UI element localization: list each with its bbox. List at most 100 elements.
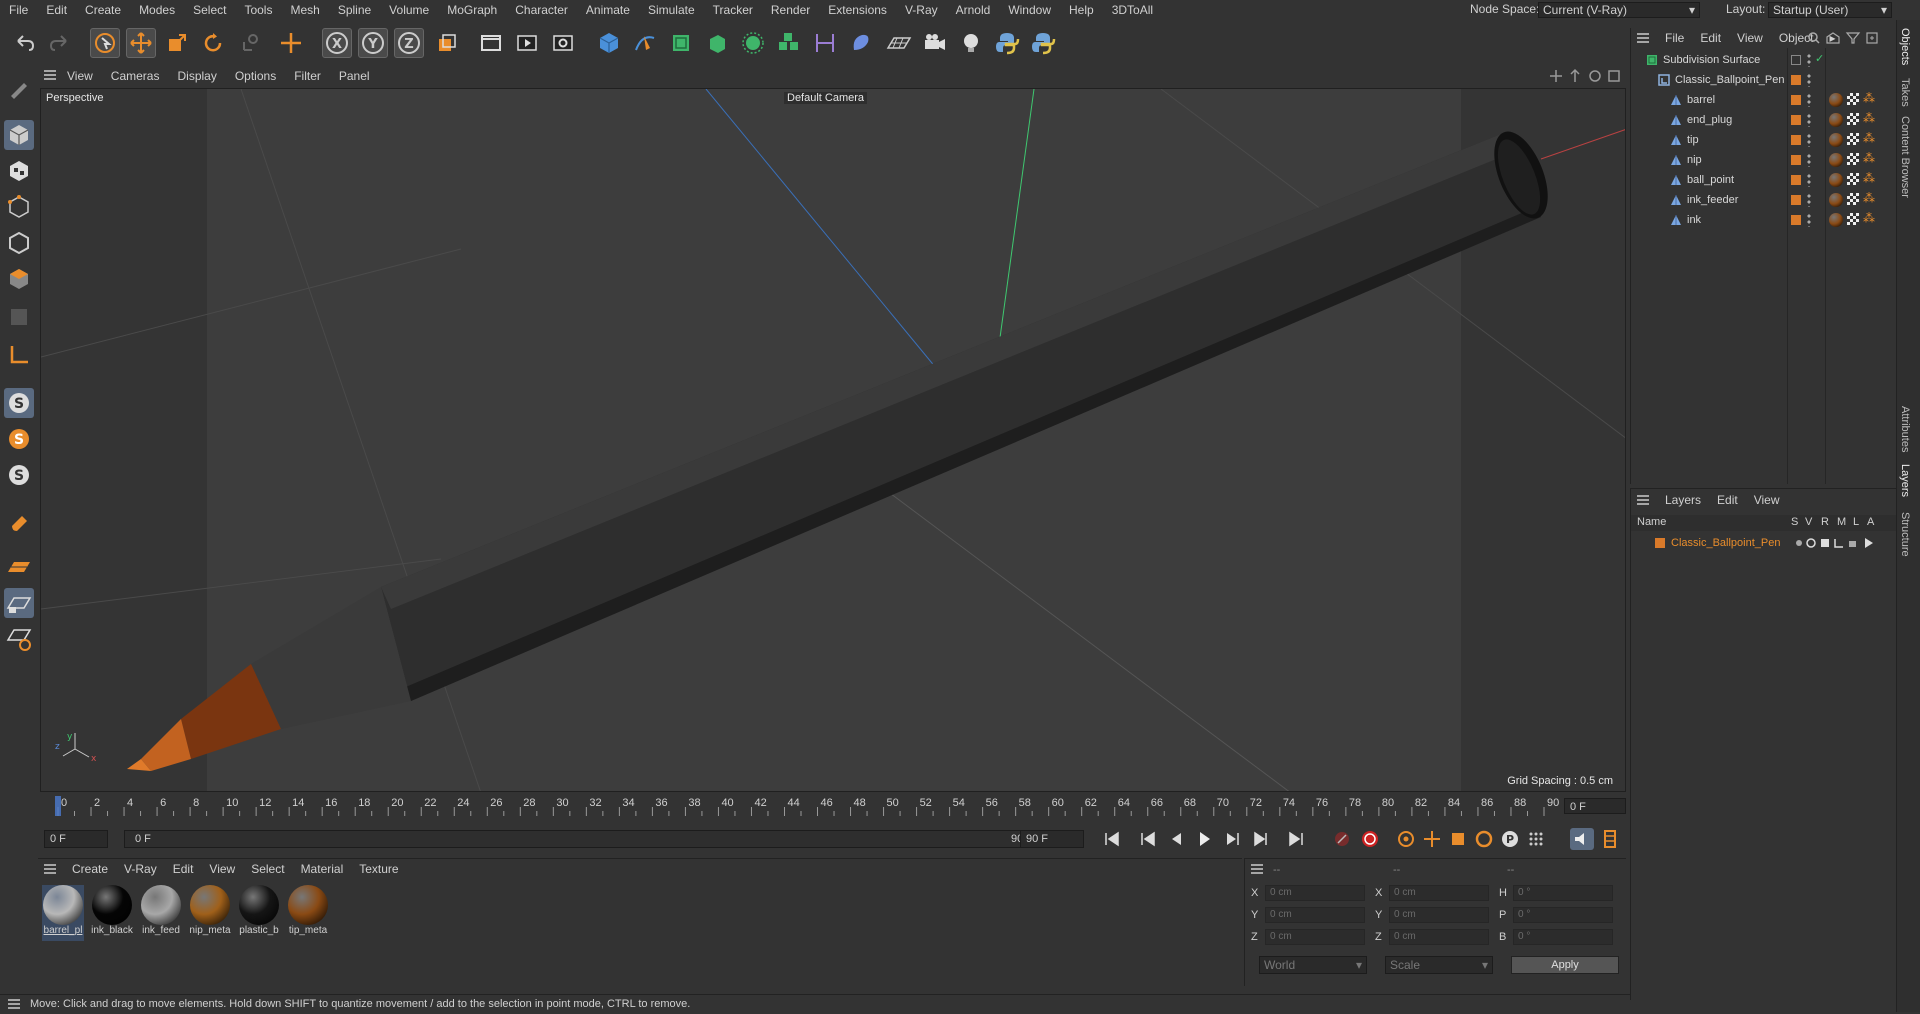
axis-mode-icon[interactable]: [4, 340, 34, 370]
go-to-end-icon[interactable]: [1284, 828, 1308, 850]
side-tab-objects[interactable]: Objects: [1899, 28, 1911, 65]
go-to-start-icon[interactable]: [1100, 828, 1124, 850]
object-row-barrel[interactable]: barrel ⁂: [1631, 90, 1897, 110]
layer-hamburger-icon[interactable]: [1635, 493, 1651, 510]
material-menu-create[interactable]: Create: [64, 862, 116, 876]
object-hamburger-icon[interactable]: [1635, 31, 1651, 48]
workplane-snap-icon[interactable]: S: [4, 460, 34, 490]
object-row-ball-point[interactable]: ball_point ⁂: [1631, 170, 1897, 190]
material-menu-view[interactable]: View: [201, 862, 243, 876]
autokey-icon[interactable]: [1358, 828, 1382, 850]
material-tag-icon[interactable]: [1829, 113, 1843, 127]
texture-tag-icon[interactable]: [1847, 153, 1859, 165]
side-tab-takes[interactable]: Takes: [1899, 78, 1911, 107]
timeline-ruler[interactable]: 0 2 4 6 8 10 12 14 16 18 20 22 24 26 28 30 32 34 36 38 40 42 4…: [40, 796, 1626, 816]
position-y-field[interactable]: 0 cm: [1265, 907, 1365, 923]
snap-enable-icon[interactable]: S: [4, 388, 34, 418]
size-z-field[interactable]: 0 cm: [1389, 929, 1489, 945]
menu-arnold[interactable]: Arnold: [947, 3, 1000, 17]
end-frame-field[interactable]: 90 F: [1020, 830, 1084, 848]
play-icon[interactable]: [1192, 828, 1216, 850]
measure-icon[interactable]: [810, 28, 840, 58]
python-script-icon[interactable]: [1028, 28, 1058, 58]
menu-extensions[interactable]: Extensions: [819, 3, 896, 17]
viewport-menu-view[interactable]: View: [58, 69, 102, 83]
make-editable-icon[interactable]: [4, 74, 34, 104]
layer-color-icon[interactable]: [1791, 215, 1801, 225]
menu-3dtoall[interactable]: 3DToAll: [1103, 3, 1162, 17]
material-menu-v-ray[interactable]: V-Ray: [116, 862, 165, 876]
material-hamburger-icon[interactable]: [42, 862, 58, 879]
snap-settings-icon[interactable]: S: [4, 424, 34, 454]
visibility-dots-icon[interactable]: [1807, 213, 1811, 227]
position-x-field[interactable]: 0 cm: [1265, 885, 1365, 901]
side-tab-structure[interactable]: Structure: [1899, 512, 1911, 557]
previous-frame-icon[interactable]: [1164, 828, 1188, 850]
key-parameter-icon[interactable]: P: [1498, 828, 1522, 850]
material-menu-material[interactable]: Material: [293, 862, 352, 876]
scale-icon[interactable]: [162, 28, 192, 58]
layer-color-icon[interactable]: [1791, 115, 1801, 125]
layer-menu-layers[interactable]: Layers: [1657, 493, 1709, 507]
menu-animate[interactable]: Animate: [577, 3, 639, 17]
node-space-dropdown[interactable]: Current (V-Ray) ▾: [1538, 2, 1700, 18]
layout-dropdown[interactable]: Startup (User) ▾: [1768, 2, 1892, 18]
next-frame-icon[interactable]: [1220, 828, 1244, 850]
viewport-hamburger-icon[interactable]: [42, 68, 58, 85]
material-tag-icon[interactable]: [1829, 193, 1843, 207]
rotation-p-field[interactable]: 0 °: [1513, 907, 1613, 923]
phong-tag-icon[interactable]: ⁂: [1863, 211, 1875, 225]
texture-tag-icon[interactable]: [1847, 173, 1859, 185]
texture-tag-icon[interactable]: [1847, 113, 1859, 125]
coordinate-hamburger-icon[interactable]: [1249, 862, 1265, 879]
phong-tag-icon[interactable]: ⁂: [1863, 151, 1875, 165]
y-axis-lock-icon[interactable]: Y: [358, 28, 388, 58]
undo-icon[interactable]: [10, 28, 40, 58]
status-hamburger-icon[interactable]: [6, 997, 22, 1014]
rotation-b-field[interactable]: 0 °: [1513, 929, 1613, 945]
key-pla-icon[interactable]: [1524, 828, 1548, 850]
menu-volume[interactable]: Volume: [380, 3, 438, 17]
camera-icon[interactable]: [920, 28, 950, 58]
size-y-field[interactable]: 0 cm: [1389, 907, 1489, 923]
next-key-icon[interactable]: [1248, 828, 1272, 850]
phong-tag-icon[interactable]: ⁂: [1863, 191, 1875, 205]
menu-render[interactable]: Render: [762, 3, 819, 17]
layer-row[interactable]: Classic_Ballpoint_Pen: [1631, 533, 1897, 553]
object-row-subdivision-surface[interactable]: Subdivision Surface ✓: [1631, 50, 1897, 70]
key-rotation-icon[interactable]: [1472, 828, 1496, 850]
viewport-menu-display[interactable]: Display: [168, 69, 225, 83]
object-row-tip[interactable]: tip ⁂: [1631, 130, 1897, 150]
polygons-mode-icon[interactable]: [4, 264, 34, 294]
edges-mode-icon[interactable]: [4, 228, 34, 258]
texture-mode-icon[interactable]: [4, 156, 34, 186]
transform-tool-icon[interactable]: [234, 28, 264, 58]
viewport-nav-icons[interactable]: [1548, 68, 1626, 84]
object-row-classic-ballpoint-pen[interactable]: Classic_Ballpoint_Pen: [1631, 70, 1897, 90]
points-mode-icon[interactable]: [4, 192, 34, 222]
visibility-dots-icon[interactable]: [1807, 153, 1811, 167]
timeline-window-icon[interactable]: [1598, 828, 1622, 850]
sound-icon[interactable]: [1570, 828, 1594, 850]
visibility-dots-icon[interactable]: [1807, 113, 1811, 127]
layer-color-icon[interactable]: [1791, 75, 1801, 85]
material-swatch[interactable]: ink_black: [91, 885, 133, 941]
menu-create[interactable]: Create: [76, 3, 130, 17]
viewport-menu-filter[interactable]: Filter: [285, 69, 330, 83]
perspective-viewport[interactable]: y x z Perspective Default Camera Grid Sp…: [40, 88, 1626, 792]
python-icon[interactable]: [992, 28, 1022, 58]
visibility-dots-icon[interactable]: [1807, 193, 1811, 207]
menu-mograph[interactable]: MoGraph: [438, 3, 506, 17]
menu-help[interactable]: Help: [1060, 3, 1103, 17]
material-tag-icon[interactable]: [1829, 153, 1843, 167]
layer-menu-view[interactable]: View: [1746, 493, 1788, 507]
light-icon[interactable]: [956, 28, 986, 58]
viewport-menu-panel[interactable]: Panel: [330, 69, 379, 83]
key-scale-icon[interactable]: [1446, 828, 1470, 850]
layer-color-icon[interactable]: [1791, 135, 1801, 145]
menu-tracker[interactable]: Tracker: [704, 3, 762, 17]
object-row-ink-feeder[interactable]: ink_feeder ⁂: [1631, 190, 1897, 210]
coordinate-space-dropdown[interactable]: World ▾: [1259, 956, 1367, 974]
texture-tag-icon[interactable]: [1847, 213, 1859, 225]
subdivision-surface-icon[interactable]: [666, 28, 696, 58]
